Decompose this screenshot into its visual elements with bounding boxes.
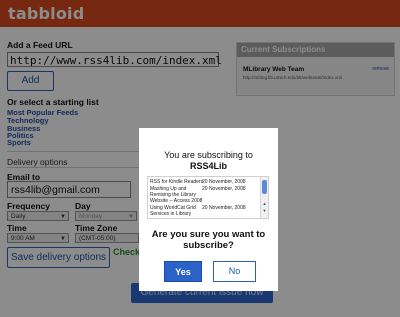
scrollbar-thumb[interactable] <box>262 180 267 194</box>
feed-entry: RSS for Kindle Readers 20 November, 2008 <box>150 179 254 185</box>
feed-entry: Services in Library <box>150 211 254 217</box>
list-scrollbar[interactable]: ▲ ▼ <box>260 177 268 218</box>
feed-entry-title: RSS for Kindle Readers <box>150 179 204 185</box>
feed-preview-list[interactable]: RSS for Kindle Readers 20 November, 2008… <box>147 176 269 219</box>
scroll-up-icon[interactable]: ▲ <box>262 201 267 206</box>
scroll-down-icon[interactable]: ▼ <box>262 208 267 213</box>
yes-button[interactable]: Yes <box>164 261 202 282</box>
feed-entry-title: Website -- Access 2008 <box>150 198 203 204</box>
feed-entry: Website -- Access 2008 <box>150 198 254 204</box>
dialog-title: You are subscribing to <box>164 150 253 160</box>
feed-entry-date: 20 November, 2008 <box>202 179 246 185</box>
no-button[interactable]: No <box>213 261 256 282</box>
dialog-feed-name: RSS4Lib <box>189 161 227 171</box>
feed-entry-title: Services in Library <box>150 211 192 217</box>
subscribe-dialog: You are subscribing to RSS4Lib RSS for K… <box>139 128 278 291</box>
confirm-question-line1: Are you sure you want to <box>151 229 266 240</box>
confirm-question-line2: subscribe? <box>183 240 234 251</box>
confirm-question: Are you sure you want to subscribe? <box>139 229 278 251</box>
